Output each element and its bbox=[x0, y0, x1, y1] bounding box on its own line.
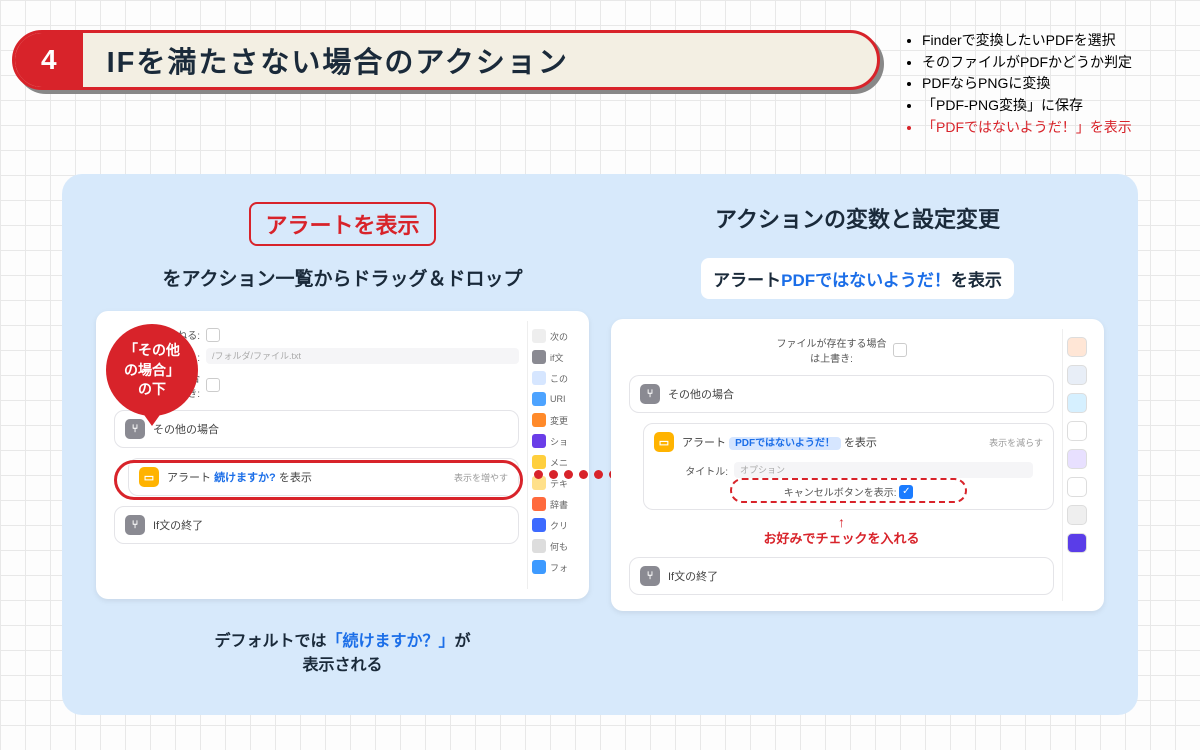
endif-block[interactable]: ⑂ If文の終了 bbox=[114, 506, 519, 544]
red-pill: アラートを表示 bbox=[249, 202, 435, 246]
left-column: アラートを表示 をアクション一覧からドラッグ＆ドロップ 「その他 の場合」 の下… bbox=[96, 202, 589, 675]
screenshot-right: ファイルが存在する場合 は上書き: ⑂ その他の場合 ▭ アラート PDFではな… bbox=[611, 319, 1104, 611]
highlight-ring bbox=[114, 460, 523, 500]
right-column: アクションの変数と設定変更 アラートPDFではないようだ！を表示 ファイルが存在… bbox=[611, 202, 1104, 675]
alert-block-config[interactable]: ▭ アラート PDFではないようだ！ を表示 表示を減らす タイトル: オプショ… bbox=[643, 423, 1054, 510]
left-caption: デフォルトでは「続けますか？」が 表示される bbox=[96, 627, 589, 675]
right-subtitle: アラートPDFではないようだ！を表示 bbox=[701, 258, 1014, 299]
branch-icon: ⑂ bbox=[640, 384, 660, 404]
step-item-active: 「PDFではないようだ！」を表示 bbox=[922, 117, 1188, 139]
alert-icon: ▭ bbox=[654, 432, 674, 452]
section-title: IFを満たさない場合のアクション bbox=[83, 39, 569, 81]
action-sidebar: 次の if文 この URI 変更 ショ メニ テキ 辞書 クリ 何も フォ bbox=[527, 321, 579, 589]
step-item: 「PDF-PNG変換」に保存 bbox=[922, 95, 1188, 117]
right-title: アクションの変数と設定変更 bbox=[611, 202, 1104, 234]
toolbar-side bbox=[1062, 329, 1094, 601]
highlight-dashed bbox=[730, 478, 967, 503]
step-item: そのファイルがPDFかどうか判定 bbox=[922, 52, 1188, 74]
hint-text: お好みでチェックを入れる bbox=[629, 514, 1054, 547]
section-title-pill: 4 IFを満たさない場合のアクション bbox=[12, 30, 880, 90]
left-subtitle: をアクション一覧からドラッグ＆ドロップ bbox=[96, 264, 589, 291]
branch-icon: ⑂ bbox=[125, 515, 145, 535]
else-block[interactable]: ⑂ その他の場合 bbox=[629, 375, 1054, 413]
endif-block[interactable]: ⑂ If文の終了 bbox=[629, 557, 1054, 595]
step-item: Finderで変換したいPDFを選択 bbox=[922, 30, 1188, 52]
steps-list: Finderで変換したいPDFを選択 そのファイルがPDFかどうか判定 PDFな… bbox=[898, 30, 1188, 138]
else-block[interactable]: ⑂ その他の場合 bbox=[114, 410, 519, 448]
branch-icon: ⑂ bbox=[640, 566, 660, 586]
content-card: アラートを表示 をアクション一覧からドラッグ＆ドロップ 「その他 の場合」 の下… bbox=[62, 174, 1138, 715]
section-number: 4 bbox=[15, 33, 83, 87]
step-item: PDFならPNGに変換 bbox=[922, 73, 1188, 95]
callout-badge: 「その他 の場合」 の下 bbox=[106, 324, 198, 416]
